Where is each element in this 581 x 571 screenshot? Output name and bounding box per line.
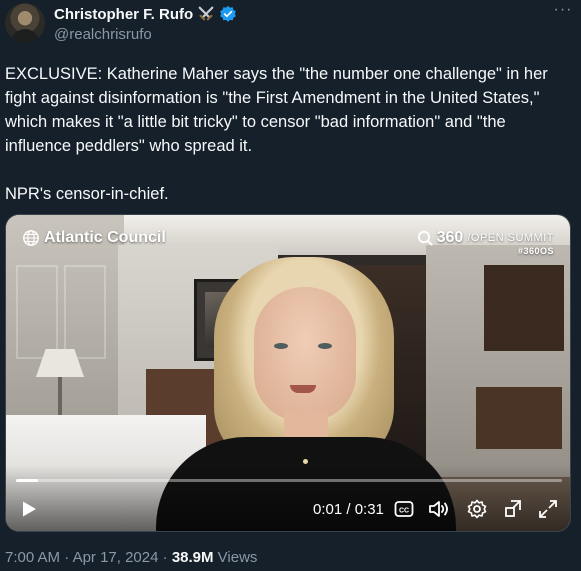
speaker-eye-left	[274, 343, 288, 349]
captions-icon: CC	[394, 501, 414, 517]
summit-number: 360	[436, 229, 464, 246]
author-name-row[interactable]: Christopher F. Rufo	[54, 5, 237, 23]
picture-in-picture-button[interactable]	[502, 498, 524, 520]
more-options-icon[interactable]: ···	[551, 2, 575, 20]
crossed-swords-icon	[198, 6, 214, 21]
speaker-eye-right	[318, 343, 332, 349]
verified-badge-icon	[220, 5, 237, 22]
video-progress-fill	[16, 479, 38, 482]
avatar-figure	[11, 29, 39, 43]
video-progress-track[interactable]	[16, 479, 562, 482]
summit-hashtag: #360OS	[517, 246, 554, 256]
speaker-mouth	[290, 385, 316, 393]
meta-separator: ·	[158, 549, 172, 566]
atlantic-council-label: Atlantic Council	[44, 229, 166, 246]
captions-button[interactable]: CC	[393, 498, 415, 520]
meta-separator: ·	[60, 549, 73, 566]
tweet-date[interactable]: Apr 17, 2024	[73, 549, 159, 566]
video-scene-desk	[476, 387, 562, 449]
views-label: Views	[213, 549, 258, 566]
fullscreen-button[interactable]	[537, 498, 559, 520]
atlantic-council-logo: Atlantic Council	[22, 229, 166, 247]
speaker-necklace	[303, 459, 308, 464]
tweet-time[interactable]: 7:00 AM	[5, 549, 60, 566]
author-handle[interactable]: @realchrisrufo	[54, 26, 152, 43]
settings-button[interactable]	[466, 498, 488, 520]
svg-text:CC: CC	[399, 508, 409, 515]
play-button[interactable]	[18, 498, 40, 520]
summit-search-icon	[417, 230, 433, 246]
gear-icon	[467, 499, 487, 519]
play-icon	[23, 501, 36, 517]
open-summit-logo: 360/OPEN SUMMIT #360OS	[417, 229, 554, 256]
video-time: 0:01 / 0:31	[313, 501, 384, 518]
summit-name: /OPEN SUMMIT	[467, 232, 554, 244]
tweet-meta: 7:00 AM · Apr 17, 2024 · 38.9M Views	[5, 549, 257, 566]
speaker-face	[254, 287, 356, 421]
video-scene-cabinet	[484, 265, 564, 351]
volume-button[interactable]	[428, 498, 450, 520]
video-player[interactable]: Atlantic Council 360/OPEN SUMMIT #360OS …	[5, 214, 571, 532]
volume-icon	[429, 501, 448, 517]
avatar[interactable]	[5, 3, 45, 43]
tweet-header: Christopher F. Rufo @realchrisrufo ···	[0, 0, 581, 50]
globe-icon	[23, 230, 39, 246]
tweet-text: EXCLUSIVE: Katherine Maher says the "the…	[5, 65, 548, 203]
fullscreen-icon	[539, 500, 557, 518]
author-display-name[interactable]: Christopher F. Rufo	[54, 6, 193, 23]
views-count: 38.9M	[171, 549, 214, 566]
pip-icon	[505, 500, 521, 517]
